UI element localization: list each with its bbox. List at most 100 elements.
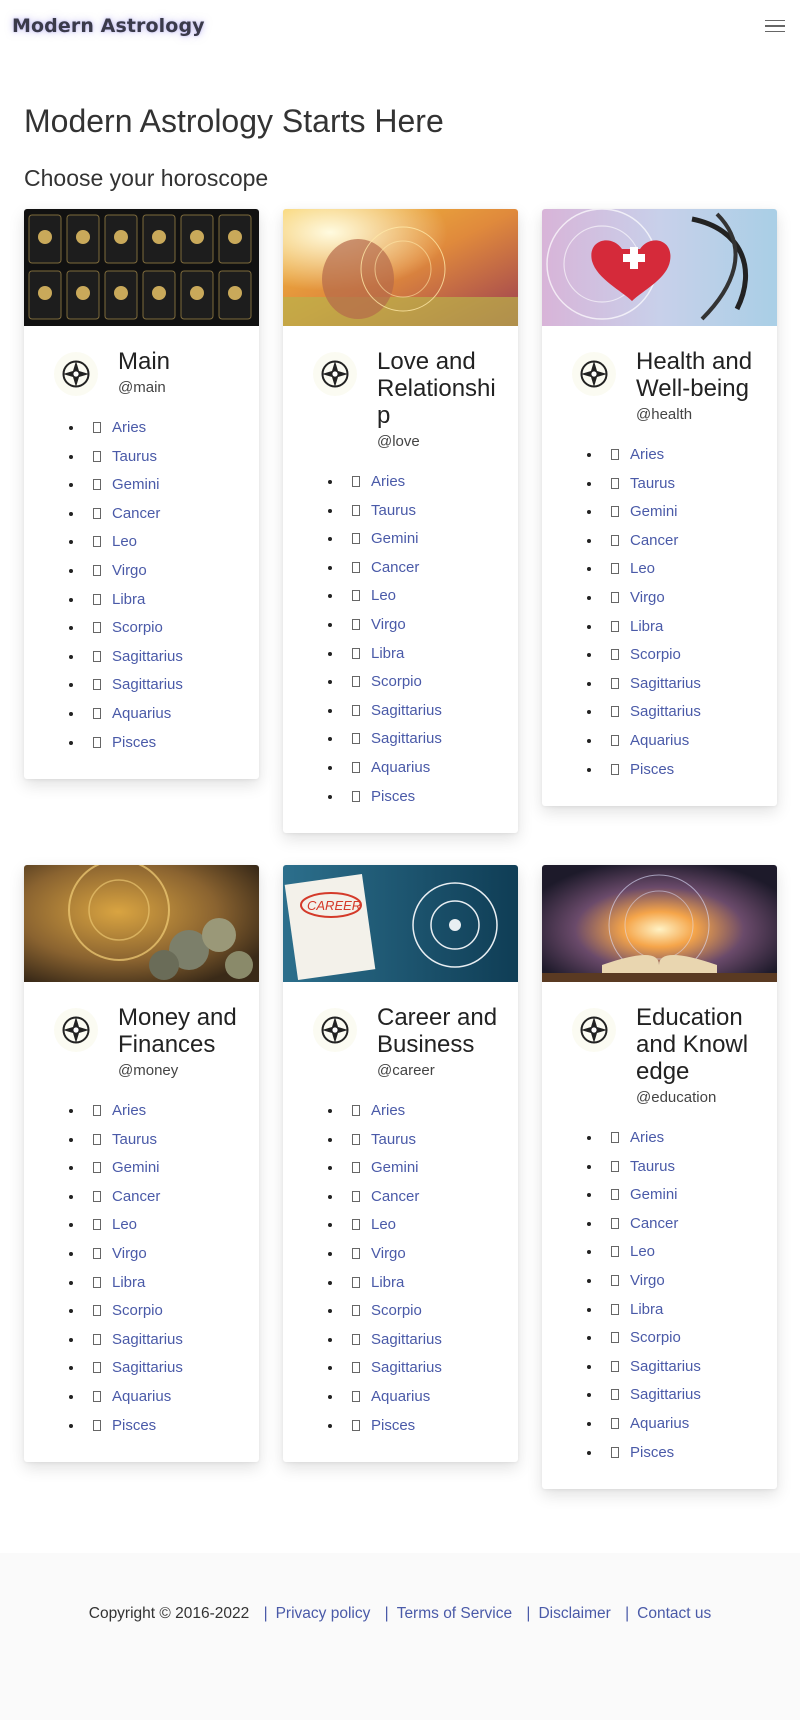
card-career: CAREER Career and Business @career • Ari…	[283, 864, 518, 1463]
sign-link-virgo[interactable]: Virgo	[112, 562, 147, 579]
list-item: Taurus	[602, 470, 777, 499]
card-title[interactable]: Money and Finances	[118, 1004, 239, 1058]
sign-link-pisces[interactable]: Pisces	[371, 1417, 415, 1434]
card-title[interactable]: Career and Business	[377, 1004, 498, 1058]
copyright-text: Copyright © 2016-2022	[88, 1605, 250, 1622]
sign-link-libra[interactable]: Libra	[630, 618, 663, 635]
sign-link-leo[interactable]: Leo	[371, 587, 396, 604]
sign-link-virgo[interactable]: Virgo	[371, 1245, 406, 1262]
sign-link-leo[interactable]: Leo	[112, 1216, 137, 1233]
sign-link-gemini[interactable]: Gemini	[371, 530, 419, 547]
sign-link-cancer[interactable]: Cancer	[112, 505, 160, 522]
list-item: Aries	[84, 414, 259, 443]
sign-link-cancer[interactable]: Cancer	[371, 1188, 419, 1205]
sign-link-virgo[interactable]: Virgo	[371, 616, 406, 633]
card-header: Money and Finances @money	[24, 982, 259, 1079]
list-item: Aquarius	[602, 727, 777, 756]
compass-icon	[54, 1007, 98, 1052]
disclaimer-link[interactable]: Disclaimer	[538, 1605, 610, 1622]
sign-link-aries[interactable]: Aries	[112, 1102, 146, 1119]
sign-link-scorpio[interactable]: Scorpio	[371, 673, 422, 690]
sign-link-sagittarius[interactable]: Sagittarius	[630, 703, 701, 720]
sign-link-pisces[interactable]: Pisces	[630, 1444, 674, 1461]
list-item: Aries	[602, 1124, 777, 1153]
sign-link-sagittarius[interactable]: Sagittarius	[371, 1359, 442, 1376]
sign-link-aries[interactable]: Aries	[371, 1102, 405, 1119]
zodiac-symbol-icon	[611, 1160, 619, 1172]
hamburger-menu-icon[interactable]	[765, 17, 785, 35]
zodiac-symbol-icon	[93, 1104, 101, 1116]
card-title[interactable]: Love and Relationship	[377, 348, 498, 429]
sign-link-taurus[interactable]: Taurus	[112, 1131, 157, 1148]
card-title[interactable]: Health and Well-being	[636, 348, 757, 402]
sign-link-virgo[interactable]: Virgo	[112, 1245, 147, 1262]
sign-link-taurus[interactable]: Taurus	[630, 475, 675, 492]
sign-link-gemini[interactable]: Gemini	[112, 1159, 160, 1176]
sign-link-leo[interactable]: Leo	[630, 1243, 655, 1260]
sign-link-aquarius[interactable]: Aquarius	[371, 759, 430, 776]
sign-link-pisces[interactable]: Pisces	[630, 761, 674, 778]
sign-link-virgo[interactable]: Virgo	[630, 589, 665, 606]
list-item: Cancer	[602, 527, 777, 556]
sign-link-sagittarius[interactable]: Sagittarius	[630, 1386, 701, 1403]
list-item: Sagittarius	[602, 1381, 777, 1410]
zodiac-symbol-icon	[611, 734, 619, 746]
sign-link-sagittarius[interactable]: Sagittarius	[112, 1331, 183, 1348]
sign-link-aries[interactable]: Aries	[371, 473, 405, 490]
sign-link-libra[interactable]: Libra	[112, 1274, 145, 1291]
zodiac-symbol-icon	[93, 1247, 101, 1259]
sign-link-gemini[interactable]: Gemini	[112, 476, 160, 493]
zodiac-symbol-icon	[93, 1190, 101, 1202]
sign-link-aries[interactable]: Aries	[112, 419, 146, 436]
sign-link-taurus[interactable]: Taurus	[630, 1158, 675, 1175]
brand-logo[interactable]: Modern Astrology	[12, 15, 205, 37]
sign-link-libra[interactable]: Libra	[371, 1274, 404, 1291]
contact-us-link[interactable]: Contact us	[637, 1605, 711, 1622]
sign-link-sagittarius[interactable]: Sagittarius	[630, 675, 701, 692]
sign-link-libra[interactable]: Libra	[112, 591, 145, 608]
sign-link-sagittarius[interactable]: Sagittarius	[112, 1359, 183, 1376]
sign-link-aries[interactable]: Aries	[630, 446, 664, 463]
sign-link-sagittarius[interactable]: Sagittarius	[630, 1358, 701, 1375]
sign-link-sagittarius[interactable]: Sagittarius	[371, 730, 442, 747]
sign-link-scorpio[interactable]: Scorpio	[371, 1302, 422, 1319]
sign-link-virgo[interactable]: Virgo	[630, 1272, 665, 1289]
sign-link-cancer[interactable]: Cancer	[630, 1215, 678, 1232]
sign-link-aries[interactable]: Aries	[630, 1129, 664, 1146]
sign-link-cancer[interactable]: Cancer	[630, 532, 678, 549]
sign-link-pisces[interactable]: Pisces	[112, 734, 156, 751]
sign-link-aquarius[interactable]: Aquarius	[371, 1388, 430, 1405]
sign-link-aquarius[interactable]: Aquarius	[630, 732, 689, 749]
sign-link-taurus[interactable]: Taurus	[371, 502, 416, 519]
sign-link-taurus[interactable]: Taurus	[112, 448, 157, 465]
sign-link-aquarius[interactable]: Aquarius	[630, 1415, 689, 1432]
sign-link-libra[interactable]: Libra	[630, 1301, 663, 1318]
sign-link-libra[interactable]: Libra	[371, 645, 404, 662]
sign-link-leo[interactable]: Leo	[112, 533, 137, 550]
sign-link-gemini[interactable]: Gemini	[630, 503, 678, 520]
card-title[interactable]: Main	[118, 348, 170, 375]
sign-link-scorpio[interactable]: Scorpio	[630, 1329, 681, 1346]
sign-link-cancer[interactable]: Cancer	[112, 1188, 160, 1205]
privacy-policy-link[interactable]: Privacy policy	[276, 1605, 371, 1622]
sign-link-scorpio[interactable]: Scorpio	[112, 619, 163, 636]
terms-of-service-link[interactable]: Terms of Service	[397, 1605, 512, 1622]
sign-link-aquarius[interactable]: Aquarius	[112, 1388, 171, 1405]
sign-link-sagittarius[interactable]: Sagittarius	[112, 648, 183, 665]
sign-link-scorpio[interactable]: Scorpio	[112, 1302, 163, 1319]
sign-link-aquarius[interactable]: Aquarius	[112, 705, 171, 722]
sign-link-gemini[interactable]: Gemini	[371, 1159, 419, 1176]
card-title[interactable]: Education and Knowledge	[636, 1004, 757, 1085]
sign-link-cancer[interactable]: Cancer	[371, 559, 419, 576]
sign-link-scorpio[interactable]: Scorpio	[630, 646, 681, 663]
sign-link-gemini[interactable]: Gemini	[630, 1186, 678, 1203]
sign-link-taurus[interactable]: Taurus	[371, 1131, 416, 1148]
list-item: Aries	[602, 441, 777, 470]
sign-link-leo[interactable]: Leo	[371, 1216, 396, 1233]
sign-link-pisces[interactable]: Pisces	[371, 788, 415, 805]
sign-link-sagittarius[interactable]: Sagittarius	[371, 1331, 442, 1348]
sign-link-leo[interactable]: Leo	[630, 560, 655, 577]
sign-link-pisces[interactable]: Pisces	[112, 1417, 156, 1434]
sign-link-sagittarius[interactable]: Sagittarius	[371, 702, 442, 719]
sign-link-sagittarius[interactable]: Sagittarius	[112, 676, 183, 693]
